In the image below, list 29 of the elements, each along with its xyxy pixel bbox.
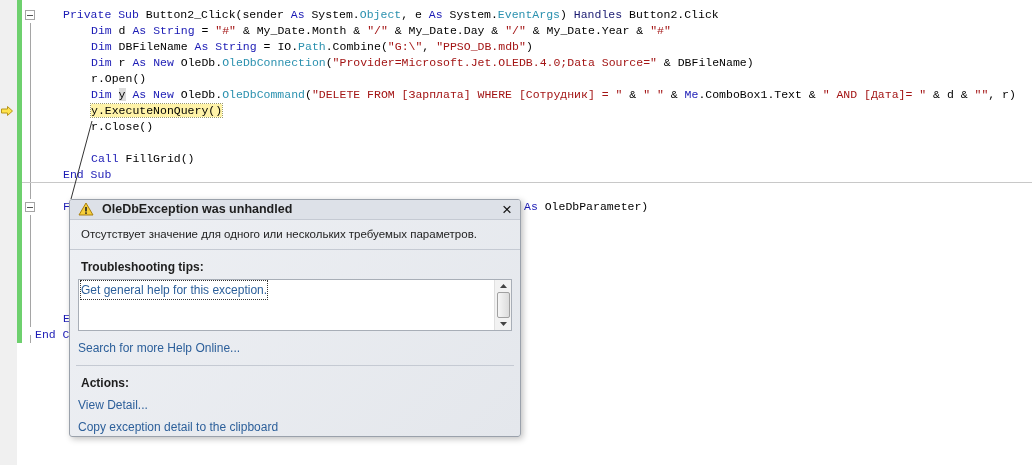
code-line: End Sub <box>63 168 112 181</box>
close-button[interactable]: × <box>502 200 512 218</box>
code-line: Dim DBFileName As String = IO.Path.Combine("G:\", "PPSO_DB.mdb") <box>91 40 533 53</box>
code-line: Dim d As String = "#" & My_Date.Month & "/" & My_Date.Day & "/" & My_Date.Year & "#" <box>91 24 671 37</box>
scroll-thumb[interactable] <box>496 292 510 318</box>
scrollbar[interactable] <box>494 280 511 330</box>
collapse-icon[interactable] <box>25 202 35 212</box>
code-line: Call FillGrid() <box>91 152 195 165</box>
code-line: End C <box>35 328 70 341</box>
code-line: r.Open() <box>91 72 147 85</box>
warning-icon <box>78 202 94 217</box>
code-line: Dim y As New OleDb.OleDbCommand("DELETE FROM [Зарплата] WHERE [Сотрудник] = " & " " & Me.ComboBox1.Text & " AND [Дата]= " & d & "", r) <box>91 88 1016 101</box>
section-label: Actions: <box>80 375 130 392</box>
collapse-icon[interactable] <box>25 10 35 20</box>
dialog-title: OleDbException was unhandled <box>102 201 294 218</box>
error-message: Отсутствует значение для одного или нескольких требуемых параметров. <box>70 219 520 250</box>
code-line: As OleDbParameter) <box>524 200 649 213</box>
action-link[interactable]: View Detail... <box>78 398 148 412</box>
code-line: Private Sub Button2_Click(sender As System.Object, e As System.EventArgs) Handles Button2.Click <box>63 8 719 21</box>
code-line: Dim r As New OleDb.OleDbConnection("Provider=Microsoft.Jet.OLEDB.4.0;Data Source=" & DBFileName) <box>91 56 754 69</box>
code-line: r.Close() <box>91 120 154 133</box>
code-line: E <box>63 312 70 325</box>
scroll-up-icon[interactable] <box>499 284 507 288</box>
code-line: F <box>63 200 70 213</box>
scroll-down-icon[interactable] <box>499 322 507 326</box>
help-link[interactable]: Get general help for this exception. <box>81 281 268 299</box>
section-label: Troubleshooting tips: <box>80 259 205 276</box>
action-link[interactable]: Copy exception detail to the clipboard <box>78 420 279 434</box>
search-link[interactable]: Search for more Help Online... <box>78 341 241 355</box>
